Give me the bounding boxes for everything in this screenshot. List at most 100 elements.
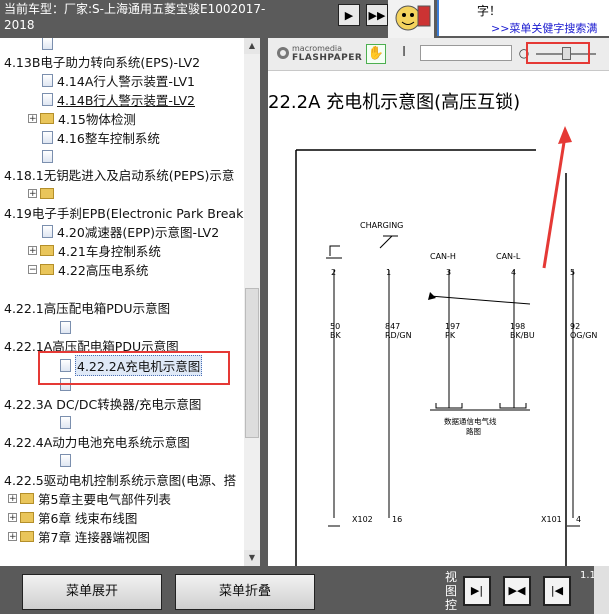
next-page-button[interactable]: ▶| — [463, 576, 491, 606]
pin-label: 1 — [386, 268, 391, 277]
fit-page-button[interactable]: ▶◀ — [503, 576, 531, 606]
tree-item[interactable] — [60, 413, 75, 432]
pin-label: 5 — [570, 268, 575, 277]
logo-text-bottom: FLASHPAPER — [292, 53, 363, 63]
tree-item[interactable]: + — [28, 184, 58, 203]
tree-item-label: 4.14A行人警示装置-LV1 — [57, 74, 195, 89]
scroll-up-icon[interactable]: ▲ — [244, 38, 260, 54]
ground-icon — [329, 245, 340, 256]
tree-item-label: 第5章主要电气部件列表 — [38, 492, 171, 507]
document-scrollbar[interactable] — [594, 566, 609, 614]
tree-item[interactable]: +4.15物体检测 — [28, 109, 136, 128]
tree-item[interactable]: − 4.22高压电系统 — [28, 260, 148, 279]
tree-item[interactable]: 4.22.3A DC/DC转换器/充电示意图 — [4, 394, 201, 413]
connector-x101-pin: 4 — [576, 515, 581, 524]
tree-item-label: 4.21车身控制系统 — [58, 244, 161, 259]
tree-item[interactable]: + 第6章 线束布线图 — [8, 508, 137, 527]
tree-item[interactable]: 4.13B电子助力转向系统(EPS)-LV2 — [4, 52, 200, 71]
document-icon — [60, 416, 71, 429]
wire-color: RD/GN — [385, 331, 412, 340]
tree-item-label: 4.22.3A DC/DC转换器/充电示意图 — [4, 397, 202, 412]
charging-label: CHARGING — [360, 221, 403, 230]
folder-icon — [20, 493, 34, 504]
keyword-search-link[interactable]: >>菜单关健字搜索满 — [491, 20, 597, 36]
expand-icon[interactable]: + — [28, 189, 37, 199]
tree-item-label: 4.22.4A动力电池充电系统示意图 — [4, 435, 190, 450]
tree-item-label: 4.13B电子助力转向系统(EPS)-LV2 — [4, 55, 201, 70]
tree-item[interactable] — [60, 451, 75, 470]
tree-item[interactable]: 4.22.4A动力电池充电系统示意图 — [4, 432, 190, 451]
expand-icon[interactable]: + — [8, 513, 17, 523]
tree-item[interactable]: 4.16整车控制系统 — [42, 128, 160, 147]
pin-label: 4 — [511, 268, 516, 277]
search-tip-banner: 字！ >>菜单关健字搜索满 — [437, 0, 609, 36]
tree-item[interactable]: 4.14A行人警示装置-LV1 — [42, 71, 195, 90]
tree-item-label: 4.16整车控制系统 — [57, 131, 160, 146]
last-button[interactable]: ▶▶ — [366, 4, 388, 26]
diagram-title: 22.2A 充电机示意图(高压互锁) — [268, 92, 521, 113]
tree-item[interactable] — [60, 318, 75, 337]
vehicle-line-1: 当前车型：厂家:S-上海通用五菱宝骏E1002017- — [4, 2, 266, 16]
wire-code: 50 — [330, 322, 340, 331]
wire-color: BK/BU — [510, 331, 535, 340]
tree-item[interactable]: 4.22.5驱动电机控制系统示意图(电源、搭 — [4, 470, 236, 489]
macromedia-logo-icon — [277, 47, 289, 59]
expand-icon[interactable]: + — [28, 114, 37, 124]
wire-color: OG/GN — [570, 331, 597, 340]
tree-item[interactable]: + 第5章主要电气部件列表 — [8, 489, 171, 508]
document-icon — [60, 454, 71, 467]
folder-icon — [40, 113, 54, 124]
expand-icon[interactable]: + — [8, 494, 17, 504]
expand-icon[interactable]: + — [8, 532, 17, 542]
document-icon — [42, 74, 53, 87]
wire-code: 197 — [445, 322, 460, 331]
folder-icon — [40, 188, 54, 199]
pin-label: 3 — [446, 268, 451, 277]
tree-item-label: 4.22.1高压配电箱PDU示意图 — [4, 301, 171, 316]
collapse-icon[interactable]: − — [28, 265, 37, 275]
expand-menu-button[interactable]: 菜单展开 — [22, 574, 162, 610]
scroll-down-icon[interactable]: ▼ — [244, 550, 260, 566]
collapse-menu-button[interactable]: 菜单折叠 — [175, 574, 315, 610]
mascot-icon — [388, 0, 434, 38]
document-icon — [42, 225, 53, 238]
document-icon — [42, 131, 53, 144]
tree-item[interactable]: 4.20减速器(EPP)示意图-LV2 — [42, 222, 219, 241]
annotation-arrow-icon — [542, 135, 567, 269]
wire-code: 847 — [385, 322, 400, 331]
top-bar: 当前车型：厂家:S-上海通用五菱宝骏E1002017- 2018 ▶ ▶▶ 字！… — [0, 0, 609, 38]
hand-tool-icon[interactable]: ✋ — [366, 44, 386, 64]
tree-item[interactable]: 4.14B行人警示装置-LV2 — [42, 90, 195, 109]
tree-scrollbar-thumb[interactable] — [245, 288, 259, 438]
bus-note-line2: 路图 — [466, 426, 481, 436]
text-select-tool-icon[interactable]: I — [394, 44, 414, 64]
document-icon — [42, 150, 53, 163]
tree-item-label: 4.20减速器(EPP)示意图-LV2 — [57, 225, 220, 240]
tree-item[interactable]: 4.19电子手刹EPB(Electronic Park Break — [4, 203, 243, 222]
expand-icon[interactable]: + — [28, 246, 37, 256]
wire-color: PK — [445, 331, 456, 340]
tree-item[interactable]: 4.18.1无钥匙进入及启动系统(PEPS)示意 — [4, 165, 234, 184]
tree-item[interactable]: +4.21车身控制系统 — [28, 241, 161, 260]
wire-color: BK — [330, 331, 341, 340]
zoom-highlight-box — [526, 42, 590, 64]
next-button[interactable]: ▶ — [338, 4, 360, 26]
panel-splitter[interactable] — [260, 38, 268, 566]
prev-page-button[interactable]: |◀ — [543, 576, 571, 606]
document-icon — [42, 38, 53, 50]
tree-item[interactable]: 4.22.1高压配电箱PDU示意图 — [4, 298, 170, 317]
document-icon — [42, 93, 53, 106]
search-input[interactable] — [420, 45, 512, 61]
vehicle-line-2: 2018 — [4, 18, 35, 32]
tree-item[interactable] — [42, 38, 57, 53]
can-h-label: CAN-H — [430, 252, 456, 261]
tree-item[interactable] — [42, 147, 57, 166]
flashpaper-toolbar: macromedia FLASHPAPER ✋ I ○ — [268, 38, 609, 71]
folder-icon — [40, 264, 54, 275]
tip-text: 字！ — [477, 4, 502, 18]
wire-code: 92 — [570, 322, 580, 331]
tree-item[interactable]: + 第7章 连接器端视图 — [8, 527, 150, 546]
connector-x101-label: X101 — [541, 515, 562, 524]
folder-icon — [20, 512, 34, 523]
folder-icon — [20, 531, 34, 542]
